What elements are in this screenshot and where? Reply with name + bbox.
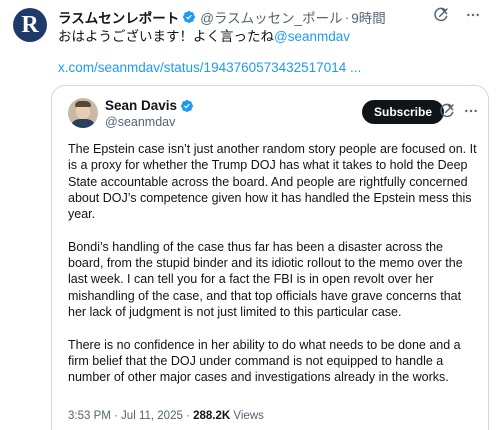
- post-text-body: おはようございます！よく言ったね: [58, 29, 274, 44]
- quote-body: The Epstein case isn’t just another rand…: [68, 141, 478, 402]
- header-separator: ·: [344, 9, 350, 25]
- quote-more-icon[interactable]: [462, 102, 480, 120]
- quoted-post[interactable]: Sean Davis @seanmdav Subscribe The Epste…: [51, 85, 489, 430]
- quote-author-handle[interactable]: @seanmdav: [105, 115, 175, 129]
- views-label: Views: [233, 410, 264, 422]
- quote-author-name-row: Sean Davis: [105, 98, 194, 113]
- views-count: 288.2K: [193, 410, 231, 422]
- quote-verified-badge-icon: [181, 99, 194, 112]
- author-avatar[interactable]: R: [13, 8, 47, 42]
- quote-paragraph: There is no confidence in her ability to…: [68, 337, 461, 385]
- meta-separator: ·: [186, 410, 190, 422]
- quote-author-avatar[interactable]: [68, 98, 98, 128]
- quote-timestamp[interactable]: 3:53 PM · Jul 11, 2025: [68, 410, 183, 422]
- author-name[interactable]: ラスムセンレポート: [58, 7, 179, 27]
- post-actions: [432, 6, 482, 24]
- post-card: R ラスムセンレポート @ラスムッセン_ポール · 9時間 おはようございます！…: [0, 0, 496, 430]
- post-header: ラスムセンレポート @ラスムッセン_ポール · 9時間: [58, 7, 386, 27]
- post-text: おはようございます！よく言ったね@seanmdav: [58, 28, 350, 46]
- avatar-letter: R: [21, 11, 39, 38]
- mention-link[interactable]: @seanmdav: [274, 29, 350, 44]
- quote-paragraph: The Epstein case isn’t just another rand…: [68, 142, 477, 222]
- more-icon[interactable]: [464, 6, 482, 24]
- status-link[interactable]: x.com/seanmdav/status/194376057343251701…: [58, 60, 361, 75]
- author-handle[interactable]: @ラスムッセン_ポール: [200, 7, 342, 27]
- verified-badge-icon: [183, 11, 196, 23]
- subscribe-button[interactable]: Subscribe: [362, 100, 445, 124]
- quote-author-name[interactable]: Sean Davis: [105, 98, 177, 113]
- quote-grok-icon[interactable]: [438, 102, 456, 120]
- quote-paragraph: Bondi’s handling of the case thus far ha…: [68, 239, 463, 319]
- quote-meta: 3:53 PM · Jul 11, 2025 · 288.2K Views: [68, 410, 264, 422]
- post-time[interactable]: 9時間: [351, 7, 386, 27]
- grok-icon[interactable]: [432, 6, 450, 24]
